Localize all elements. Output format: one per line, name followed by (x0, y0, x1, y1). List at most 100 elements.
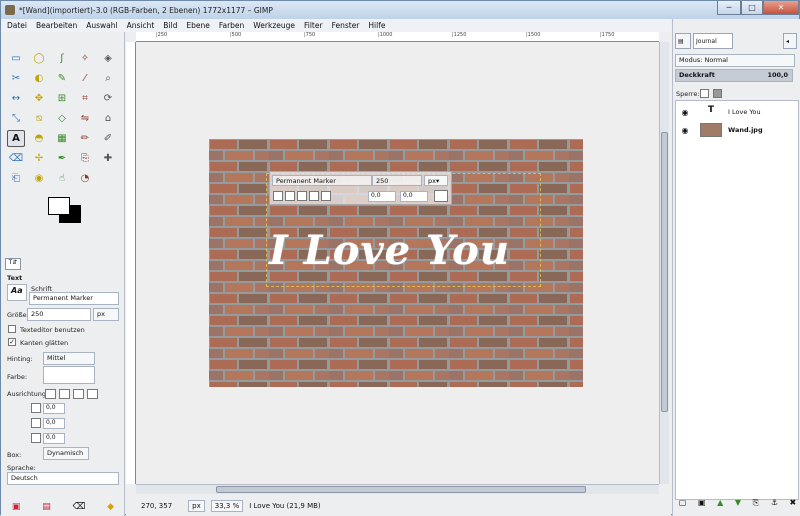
layer-visibility-icon[interactable]: ◉ (678, 108, 692, 117)
move-icon[interactable]: ✥ (30, 90, 48, 107)
paths-icon[interactable]: ✎ (53, 70, 71, 87)
rotate-icon[interactable]: ⟳ (99, 90, 117, 107)
fuzzy-select-icon[interactable]: ✧ (76, 50, 94, 67)
ellipse-select-icon[interactable]: ◯ (30, 50, 48, 67)
menu-ebene[interactable]: Ebene (186, 21, 209, 30)
maximize-button[interactable]: □ (741, 1, 763, 15)
ink-icon[interactable]: ✒ (53, 150, 71, 167)
canvas-font-input[interactable]: Permanent Marker (272, 175, 372, 186)
crop-icon[interactable]: ⌗ (76, 90, 94, 107)
delete-layer-icon[interactable]: ✖ (789, 498, 796, 512)
menu-fenster[interactable]: Fenster (332, 21, 360, 30)
canvas-area[interactable]: Permanent Marker 250 px▾ 0,0 0,0 I Love … (137, 43, 658, 484)
minimize-button[interactable]: ─ (717, 1, 741, 15)
color-select-icon[interactable]: ◈ (99, 50, 117, 67)
foreground-color-swatch[interactable] (48, 197, 70, 215)
use-editor-checkbox[interactable] (8, 325, 16, 333)
blur-icon[interactable]: ◉ (30, 170, 48, 187)
font-input[interactable]: Permanent Marker (29, 292, 119, 305)
cage-icon[interactable]: ⌂ (99, 110, 117, 127)
horizontal-scroll-thumb[interactable] (216, 486, 586, 493)
unit-select[interactable]: px (188, 499, 205, 512)
justify-left-icon[interactable] (45, 389, 56, 399)
justify-center-icon[interactable] (73, 389, 84, 399)
menu-hilfe[interactable]: Hilfe (368, 21, 385, 30)
eraser-icon[interactable]: ⌫ (7, 150, 25, 167)
anchor-layer-icon[interactable]: ⚓ (771, 498, 778, 512)
text-color-button[interactable] (43, 366, 95, 384)
fg-bg-colors[interactable] (45, 195, 85, 227)
perspective-icon[interactable]: ◇ (53, 110, 71, 127)
color-picker-icon[interactable]: ⁄ (76, 70, 94, 87)
size-input[interactable]: 250 (27, 308, 91, 321)
measure-icon[interactable]: ↔ (7, 90, 25, 107)
justify-fill-icon[interactable] (87, 389, 98, 399)
menu-ansicht[interactable]: Ansicht (127, 21, 155, 30)
vertical-scrollbar[interactable] (659, 42, 669, 484)
lock-alpha-icon[interactable] (713, 89, 722, 98)
foreground-select-icon[interactable]: ◐ (30, 70, 48, 87)
flip-icon[interactable]: ⇋ (76, 110, 94, 127)
horizontal-scrollbar[interactable] (136, 484, 659, 494)
delete-options-icon[interactable]: ⌫ (73, 502, 86, 512)
text-icon[interactable]: A (7, 130, 25, 147)
font-preview-button[interactable]: Aa (7, 284, 27, 301)
pencil-icon[interactable]: ✏ (76, 130, 94, 147)
canvas-size-input[interactable]: 250 (372, 175, 422, 186)
raise-layer-icon[interactable]: ▲ (717, 498, 723, 512)
layer-visibility-icon[interactable]: ◉ (678, 126, 692, 135)
size-unit-select[interactable]: px (93, 308, 119, 321)
zoom-select[interactable]: 33,3 % (210, 499, 244, 512)
hinting-select[interactable]: Mittel (43, 352, 95, 365)
letter-spacing-input[interactable]: 0,0 (43, 433, 65, 444)
image-wand[interactable]: Permanent Marker 250 px▾ 0,0 0,0 I Love … (209, 139, 583, 387)
new-layer-group-icon[interactable]: ▣ (698, 498, 706, 512)
vertical-scroll-thumb[interactable] (661, 132, 668, 412)
shear-icon[interactable]: ⧅ (30, 110, 48, 127)
rect-select-icon[interactable]: ▭ (7, 50, 25, 67)
canvas-color-button[interactable] (434, 190, 448, 202)
line-spacing-input[interactable]: 0,0 (43, 418, 65, 429)
menu-filter[interactable]: Filter (304, 21, 323, 30)
layer-row-text[interactable]: ◉ T I Love You (678, 102, 798, 122)
dock-menu-icon[interactable]: ◂ (783, 33, 797, 49)
restore-options-icon[interactable]: ▤ (42, 502, 51, 512)
duplicate-layer-icon[interactable]: ⎘ (753, 498, 759, 512)
reset-options-icon[interactable]: ◆ (107, 502, 114, 512)
baseline-input[interactable]: 0,0 (368, 191, 396, 202)
journal-tab[interactable]: Journal (693, 33, 733, 49)
bold-icon[interactable] (285, 191, 295, 201)
blend-mode-select[interactable]: Modus: Normal (675, 54, 795, 67)
align-icon[interactable]: ⊞ (53, 90, 71, 107)
menu-bearbeiten[interactable]: Bearbeiten (36, 21, 77, 30)
new-layer-icon[interactable]: ▢ (679, 498, 687, 512)
canvas-text-i-love-you[interactable]: I Love You (269, 227, 510, 274)
airbrush-icon[interactable]: ✢ (30, 150, 48, 167)
menu-datei[interactable]: Datei (7, 21, 27, 30)
italic-icon[interactable] (297, 191, 307, 201)
dodge-icon[interactable]: ◔ (76, 170, 94, 187)
indent-input[interactable]: 0,0 (43, 403, 65, 414)
kerning-input[interactable]: 0,0 (400, 191, 428, 202)
bucket-fill-icon[interactable]: ◓ (30, 130, 48, 147)
menu-bild[interactable]: Bild (163, 21, 177, 30)
language-input[interactable]: Deutsch (7, 472, 119, 485)
style-clear-icon[interactable] (273, 191, 283, 201)
menu-auswahl[interactable]: Auswahl (86, 21, 117, 30)
lasso-icon[interactable]: ʃ (53, 50, 71, 67)
opacity-slider[interactable]: Deckkraft 100,0 (675, 69, 793, 82)
tool-options-tab[interactable]: T⇵ (5, 258, 21, 270)
antialias-checkbox[interactable]: ✓ (8, 338, 16, 346)
menu-werkzeuge[interactable]: Werkzeuge (253, 21, 295, 30)
layer-row-wand[interactable]: ◉ Wand.jpg (678, 120, 798, 140)
justify-right-icon[interactable] (59, 389, 70, 399)
scale-icon[interactable]: ⤡ (7, 110, 25, 127)
lock-pixels-icon[interactable] (700, 89, 709, 98)
save-options-icon[interactable]: ▣ (12, 502, 21, 512)
strikethrough-icon[interactable] (321, 191, 331, 201)
canvas-unit-select[interactable]: px▾ (424, 175, 448, 186)
paintbrush-icon[interactable]: ✐ (99, 130, 117, 147)
vertical-ruler[interactable] (126, 42, 136, 484)
box-select[interactable]: Dynamisch (43, 447, 89, 460)
blend-icon[interactable]: ▦ (53, 130, 71, 147)
